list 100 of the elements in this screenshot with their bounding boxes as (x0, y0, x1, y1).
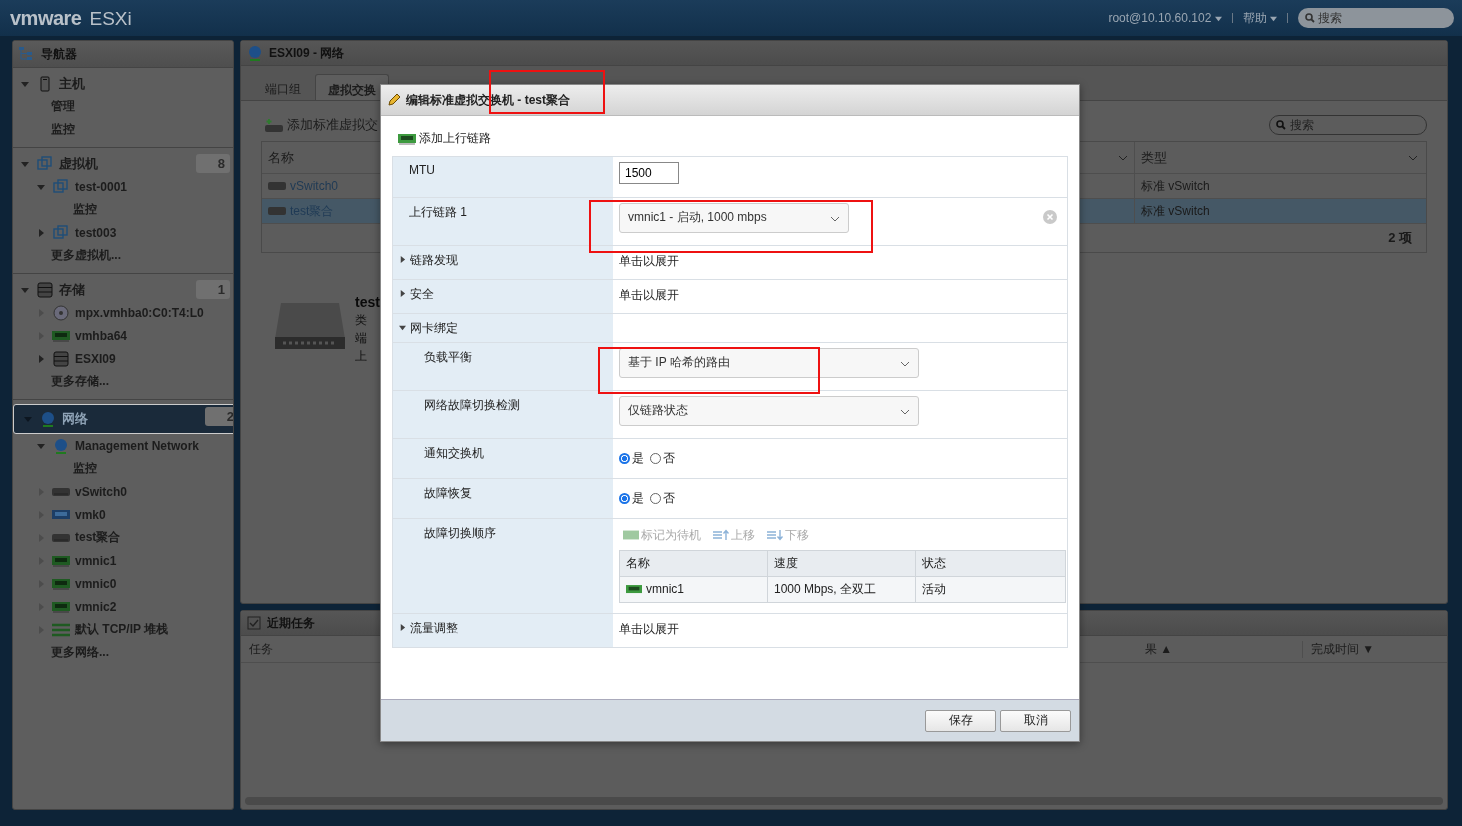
nav-section[interactable]: 网络 2 (13, 404, 233, 434)
radio-button[interactable] (650, 452, 661, 464)
radio-option[interactable]: 是 (619, 449, 644, 467)
chevron-icon (1408, 155, 1418, 161)
column-header[interactable]: 状态 (916, 550, 1065, 576)
remove-icon[interactable] (1043, 209, 1057, 224)
table-cell: vmnic1 (646, 582, 684, 596)
network-card-icon (52, 600, 70, 613)
caret-icon[interactable] (399, 255, 406, 263)
pencil-icon (387, 93, 401, 107)
nav-section[interactable]: 主机 (13, 72, 233, 95)
field-label: 网络故障切换检测 (423, 396, 520, 414)
globe-icon (247, 45, 263, 61)
search-field[interactable]: 搜索 (1298, 8, 1454, 28)
network-card-icon (52, 577, 70, 590)
radio-button[interactable] (650, 492, 661, 504)
switch-icon (273, 301, 347, 351)
section-toggle[interactable]: 安全 (410, 285, 434, 303)
table-cell: 标准 vSwitch (1134, 174, 1426, 198)
section-toggle[interactable]: 链路发现 (410, 251, 458, 269)
chevron-icon[interactable] (1118, 154, 1128, 161)
nav-item[interactable]: 更多虚拟机... (51, 247, 121, 264)
chevron-icon (900, 408, 910, 415)
network-card-icon (52, 554, 70, 567)
network-card-icon (623, 529, 639, 541)
search-icon (1305, 13, 1315, 23)
vm-icon (35, 155, 55, 172)
database-icon (35, 281, 55, 298)
switch-icon (52, 486, 70, 497)
table-cell-text: 活动 (921, 580, 947, 598)
caret-icon[interactable] (399, 289, 406, 297)
column-header[interactable]: 类型 (1134, 142, 1426, 173)
caret-icon (1270, 14, 1277, 22)
radio-button[interactable] (619, 492, 630, 504)
nav-item: 存储 (59, 280, 85, 299)
radio-option[interactable]: 否 (650, 449, 675, 467)
switch-icon (268, 181, 286, 191)
caret-icon[interactable] (399, 623, 406, 631)
add-switch-button[interactable]: 添加标准虚拟交 (265, 116, 378, 134)
radio-option[interactable]: 否 (650, 489, 675, 507)
field-label: 端 (355, 330, 368, 347)
nav-section[interactable]: 存储 1 (13, 278, 233, 301)
add-uplink-button[interactable]: 添加上行链路 (398, 130, 491, 147)
nav-item[interactable]: Management Network (75, 438, 200, 453)
section-toggle[interactable]: 网卡绑定 (410, 319, 458, 337)
expand-hint[interactable]: 单击以展开 (619, 250, 679, 270)
network-card-icon (398, 132, 416, 145)
dropdown[interactable]: vmnic1 - 启动, 1000 mbps (619, 202, 849, 233)
nav-item[interactable]: 监控 (51, 121, 75, 138)
checklist-icon (247, 616, 261, 630)
nav-item[interactable]: 更多存储... (51, 373, 109, 390)
switch-icon (268, 206, 286, 216)
save-button[interactable]: 保存 (925, 709, 996, 732)
table-cell: 1000 Mbps, 全双工 (768, 576, 916, 602)
nav-item[interactable]: 管理 (51, 98, 75, 115)
adapter-icon (52, 508, 70, 521)
vm-icon (53, 178, 69, 195)
field-label: MTU (409, 162, 435, 177)
search-icon (1276, 120, 1286, 130)
nav-item[interactable]: ESXI09 (75, 351, 116, 366)
column-header[interactable]: 名称 (620, 550, 768, 576)
dropdown[interactable]: 基于 IP 哈希的路由 (619, 347, 919, 378)
column-header[interactable]: 完成时间 ▼ (1303, 640, 1447, 658)
panel-title: 近期任务 (267, 614, 315, 632)
nav-item[interactable]: test-0001 (75, 179, 128, 194)
nav-item[interactable]: 监控 (73, 460, 97, 477)
tab[interactable]: 虚拟交换 (315, 74, 389, 100)
chevron-icon (900, 360, 910, 367)
switch-icon (52, 532, 70, 543)
mtu-field[interactable]: 1500 (619, 161, 679, 184)
network-card-icon (52, 329, 70, 342)
nav-section[interactable]: 虚拟机 8 (13, 152, 233, 175)
expand-hint[interactable]: 单击以展开 (619, 618, 679, 638)
count-badge: 8 (196, 154, 230, 173)
dropdown[interactable]: 仅链路状态 (619, 395, 919, 426)
nav-item: 网络 (62, 410, 88, 428)
field-label: 故障切换顺序 (423, 524, 496, 542)
nav-item[interactable]: test003 (75, 225, 117, 240)
panel-title: ESXI09 - 网络 (269, 44, 345, 62)
search-field[interactable]: 搜索 (1269, 115, 1427, 135)
radio-button[interactable] (619, 452, 630, 464)
radio-option[interactable]: 是 (619, 489, 644, 507)
database-icon (53, 350, 69, 367)
count-badge: 2 (205, 407, 233, 426)
section-toggle[interactable]: 流量调整 (410, 619, 458, 637)
nav-item[interactable]: 更多网络... (51, 644, 109, 661)
chevron-icon (830, 215, 840, 222)
user-menu[interactable]: root@10.10.60.102 (1108, 11, 1222, 25)
nav-item: 主机 (59, 74, 85, 93)
cancel-button[interactable]: 取消 (1000, 709, 1071, 732)
column-header[interactable]: 速度 (768, 550, 916, 576)
switch-name: test (355, 293, 380, 311)
table-cell: vSwitch0 (290, 179, 339, 193)
table-cell: 标准 vSwitch (1134, 199, 1426, 223)
nav-item: 虚拟机 (59, 154, 98, 173)
expand-hint[interactable]: 单击以展开 (619, 284, 679, 304)
caret-icon[interactable] (399, 323, 406, 331)
nav-item[interactable]: 监控 (73, 201, 97, 218)
help-menu[interactable]: 帮助 (1242, 9, 1277, 27)
move-down-icon (767, 529, 783, 541)
